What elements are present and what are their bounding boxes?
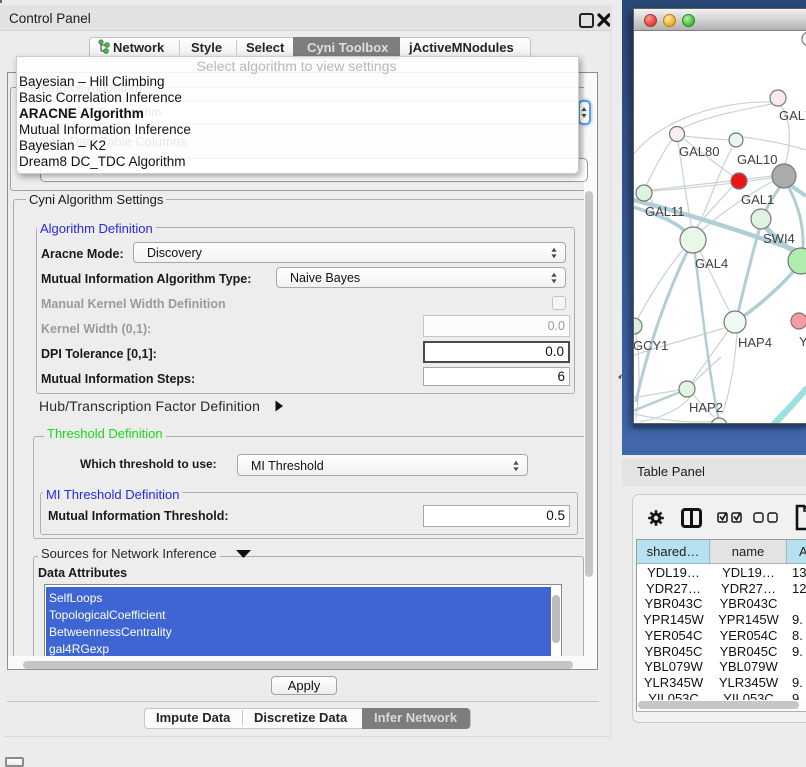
svg-text:GCY1: GCY1 (634, 338, 668, 353)
svg-text:GAL4: GAL4 (695, 256, 728, 271)
svg-text:SWI4: SWI4 (763, 231, 795, 246)
svg-text:GAL1: GAL1 (741, 192, 774, 207)
svg-text:GAL11: GAL11 (645, 204, 685, 219)
svg-text:GAL80: GAL80 (679, 144, 719, 159)
svg-text:HAP4: HAP4 (738, 335, 772, 350)
svg-text:HAP2: HAP2 (689, 400, 723, 415)
svg-text:YE: YE (799, 334, 806, 349)
svg-text:GAL10: GAL10 (737, 152, 777, 167)
svg-text:GAL7: GAL7 (779, 108, 806, 123)
